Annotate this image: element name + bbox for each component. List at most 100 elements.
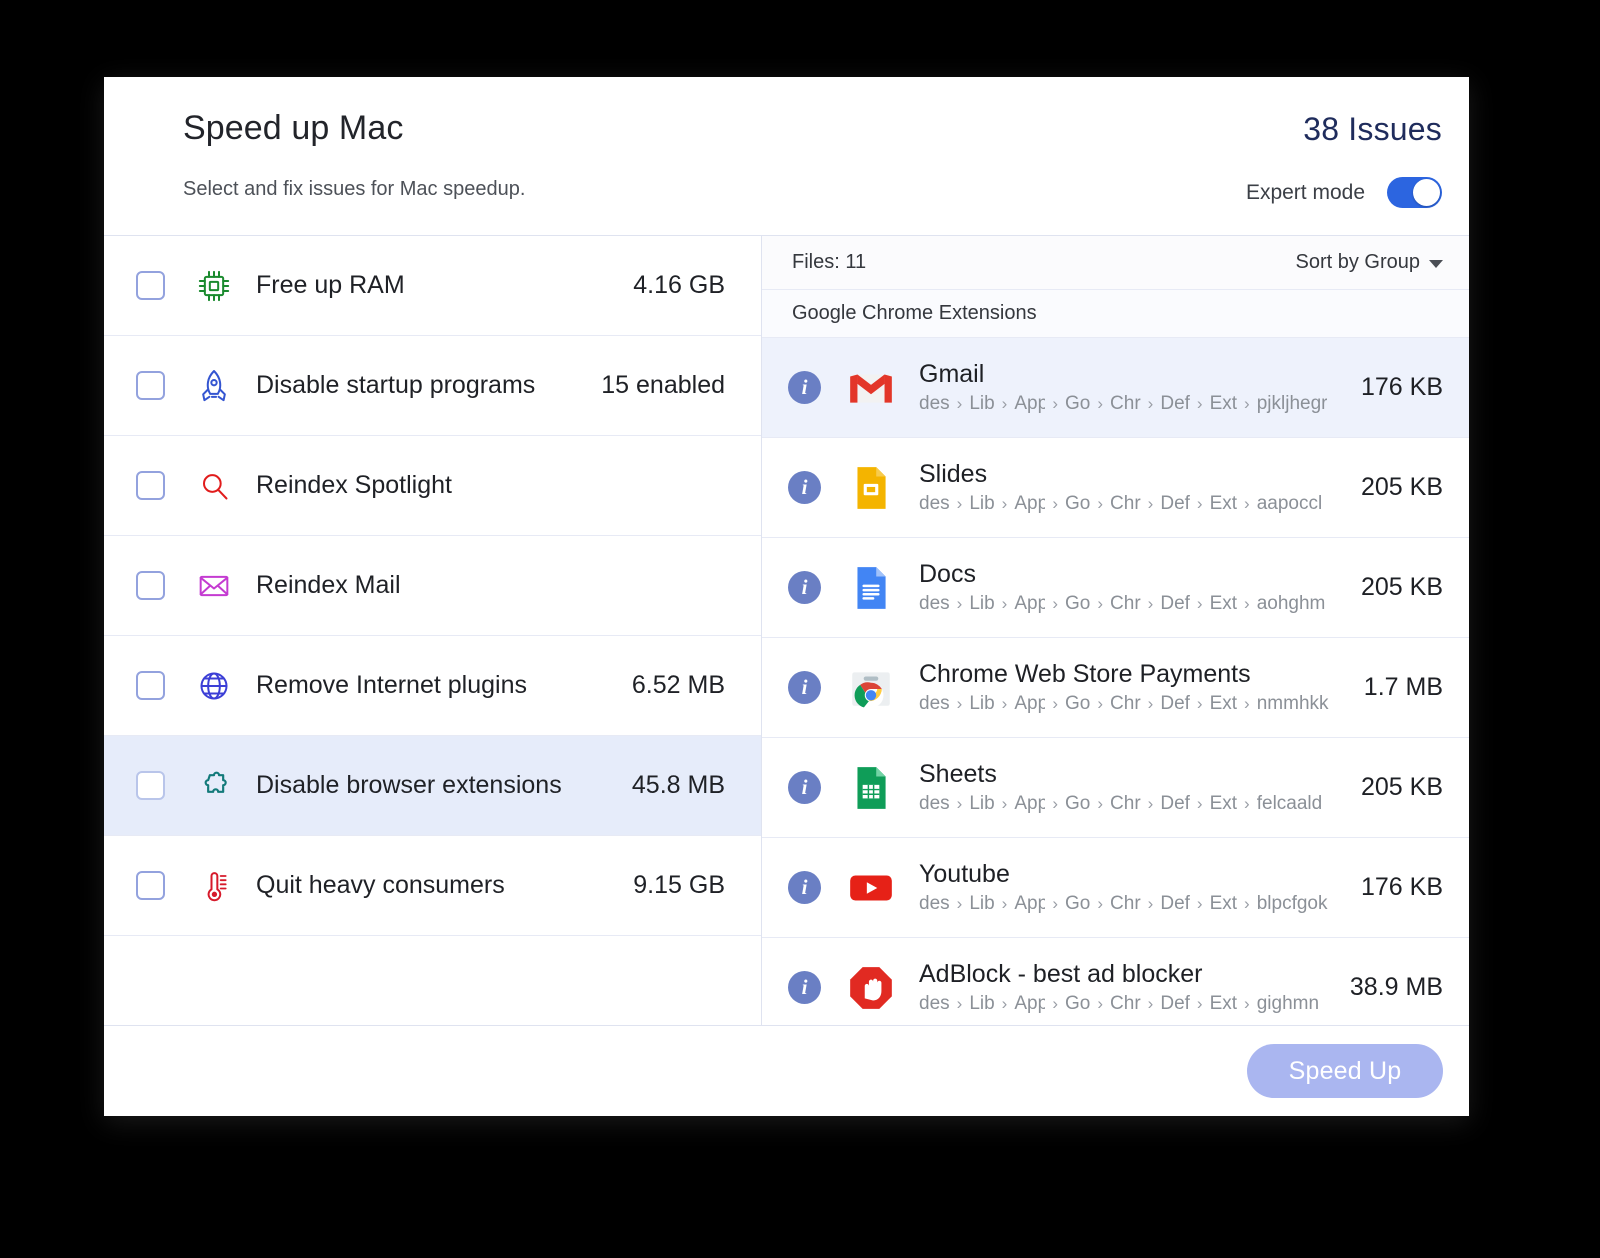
file-name: Docs bbox=[919, 559, 976, 588]
path-separator: › bbox=[1001, 694, 1008, 714]
adblock-icon bbox=[845, 962, 897, 1014]
file-meta: Gmail des › Lib › App › Go › Chr › Def › Ext › pjkljheg… bbox=[919, 360, 1343, 416]
task-value: 45.8 MB bbox=[631, 771, 725, 799]
path-separator: › bbox=[1097, 394, 1104, 414]
file-size: 205 KB bbox=[1360, 573, 1443, 601]
path-segment: Chr bbox=[1110, 893, 1141, 915]
task-row[interactable]: Reindex Spotlight bbox=[104, 436, 761, 536]
path-segment: App bbox=[1014, 893, 1046, 915]
task-label: Quit heavy consumers bbox=[256, 871, 505, 899]
task-list-filler bbox=[104, 936, 761, 1036]
file-row[interactable]: i AdBlock - best ad blocker des › Lib › App › Go… bbox=[762, 938, 1469, 1025]
task-checkbox[interactable] bbox=[136, 571, 165, 600]
info-icon[interactable]: i bbox=[788, 371, 821, 404]
path-separator: › bbox=[1097, 994, 1104, 1014]
file-size: 38.9 MB bbox=[1349, 973, 1443, 1001]
file-size: 205 KB bbox=[1360, 773, 1443, 801]
path-separator: › bbox=[1196, 494, 1203, 514]
path-segment: Lib bbox=[969, 393, 995, 415]
path-segment: Chr bbox=[1110, 693, 1141, 715]
task-checkbox[interactable] bbox=[136, 471, 165, 500]
path-segment: Def bbox=[1160, 593, 1190, 615]
path-separator: › bbox=[1097, 894, 1104, 914]
file-meta: AdBlock - best ad blocker des › Lib › App › Go ›… bbox=[919, 960, 1332, 1016]
path-segment: App bbox=[1014, 393, 1046, 415]
info-icon[interactable]: i bbox=[788, 471, 821, 504]
path-separator: › bbox=[1147, 794, 1154, 814]
path-separator: › bbox=[1001, 794, 1008, 814]
path-segment: Lib bbox=[969, 793, 995, 815]
expert-mode-control[interactable]: Expert mode bbox=[1246, 177, 1442, 208]
task-checkbox[interactable] bbox=[136, 871, 165, 900]
chevron-down-icon bbox=[1429, 260, 1443, 268]
info-icon[interactable]: i bbox=[788, 871, 821, 904]
file-row[interactable]: i Sheets des › Lib › App › Go › Chr › Def › Ext › felcaa… bbox=[762, 738, 1469, 838]
task-label: Reindex Spotlight bbox=[256, 471, 452, 499]
task-checkbox[interactable] bbox=[136, 771, 165, 800]
path-separator: › bbox=[1244, 694, 1250, 714]
path-segment: Ext bbox=[1209, 493, 1238, 515]
task-checkbox[interactable] bbox=[136, 371, 165, 400]
path-segment: Go bbox=[1065, 993, 1091, 1015]
path-segment: Go bbox=[1065, 793, 1091, 815]
path-segment: Chr bbox=[1110, 593, 1141, 615]
rocket-icon bbox=[192, 366, 236, 406]
path-segment: Ext bbox=[1209, 593, 1238, 615]
path-separator: › bbox=[1001, 894, 1008, 914]
task-label: Remove Internet plugins bbox=[256, 671, 527, 699]
task-row[interactable]: Reindex Mail bbox=[104, 536, 761, 636]
file-meta: Docs des › Lib › App › Go › Chr › Def › Ext › aohghm bbox=[919, 560, 1343, 616]
file-row[interactable]: i Chrome Web Store Payments des › Lib › App › Go… bbox=[762, 638, 1469, 738]
file-path-breadcrumb: des › Lib › App › Go › Chr › Def › Ext › pjkljhegr bbox=[919, 393, 1343, 415]
task-checkbox[interactable] bbox=[136, 671, 165, 700]
path-segment: des bbox=[919, 393, 950, 415]
path-separator: › bbox=[1196, 694, 1203, 714]
page-subtitle: Select and fix issues for Mac speedup. bbox=[183, 178, 526, 200]
task-label: Disable browser extensions bbox=[256, 771, 562, 799]
task-label: Disable startup programs bbox=[256, 371, 536, 399]
info-icon[interactable]: i bbox=[788, 771, 821, 804]
file-row[interactable]: i Gmail des › Lib › App › Go › Chr › Def › Ext › pjkljhe… bbox=[762, 338, 1469, 438]
task-row[interactable]: Free up RAM 4.16 GB bbox=[104, 236, 761, 336]
file-name: Chrome Web Store Payments bbox=[919, 659, 1251, 688]
path-separator: › bbox=[1196, 794, 1203, 814]
expert-mode-toggle[interactable] bbox=[1387, 177, 1442, 208]
task-label: Free up RAM bbox=[256, 271, 405, 299]
path-separator: › bbox=[956, 694, 963, 714]
path-segment: Go bbox=[1065, 593, 1091, 615]
info-icon[interactable]: i bbox=[788, 571, 821, 604]
path-separator: › bbox=[1244, 894, 1250, 914]
path-separator: › bbox=[1052, 694, 1059, 714]
task-row[interactable]: Disable startup programs 15 enabled bbox=[104, 336, 761, 436]
path-separator: › bbox=[1196, 594, 1203, 614]
path-separator: › bbox=[1001, 394, 1008, 414]
speed-up-button[interactable]: Speed Up bbox=[1247, 1044, 1443, 1098]
info-icon[interactable]: i bbox=[788, 671, 821, 704]
file-row[interactable]: i Slides des › Lib › App › Go › Chr › Def › Ext › aapocc… bbox=[762, 438, 1469, 538]
magnifier-icon bbox=[192, 466, 236, 506]
path-separator: › bbox=[956, 394, 963, 414]
file-row[interactable]: i Youtube des › Lib › App › Go › Chr › Def › Ext › blpcf… bbox=[762, 838, 1469, 938]
path-segment: Lib bbox=[969, 893, 995, 915]
path-segment: App bbox=[1014, 493, 1046, 515]
path-segment-id: nmmhkk bbox=[1256, 693, 1329, 715]
task-row[interactable]: Disable browser extensions 45.8 MB bbox=[104, 736, 761, 836]
task-row[interactable]: Quit heavy consumers 9.15 GB bbox=[104, 836, 761, 936]
path-segment: Def bbox=[1160, 993, 1190, 1015]
sort-by-dropdown[interactable]: Sort by Group bbox=[1295, 251, 1443, 274]
file-name: Gmail bbox=[919, 359, 985, 388]
info-icon[interactable]: i bbox=[788, 971, 821, 1004]
task-row[interactable]: Remove Internet plugins 6.52 MB bbox=[104, 636, 761, 736]
page-title: Speed up Mac bbox=[183, 109, 404, 147]
path-segment: Def bbox=[1160, 493, 1190, 515]
task-value: 4.16 GB bbox=[633, 271, 725, 299]
file-row[interactable]: i Docs des › Lib › App › Go › Chr › Def › Ext › aohghm 20… bbox=[762, 538, 1469, 638]
path-separator: › bbox=[956, 594, 963, 614]
file-path-breadcrumb: des › Lib › App › Go › Chr › Def › Ext › aohghm bbox=[919, 593, 1343, 615]
path-segment: App bbox=[1014, 793, 1046, 815]
file-meta: Chrome Web Store Payments des › Lib › App › Go ›… bbox=[919, 660, 1346, 716]
youtube-icon bbox=[845, 862, 897, 914]
path-separator: › bbox=[1244, 994, 1250, 1014]
window-footer: Speed Up bbox=[104, 1025, 1469, 1116]
task-checkbox[interactable] bbox=[136, 271, 165, 300]
